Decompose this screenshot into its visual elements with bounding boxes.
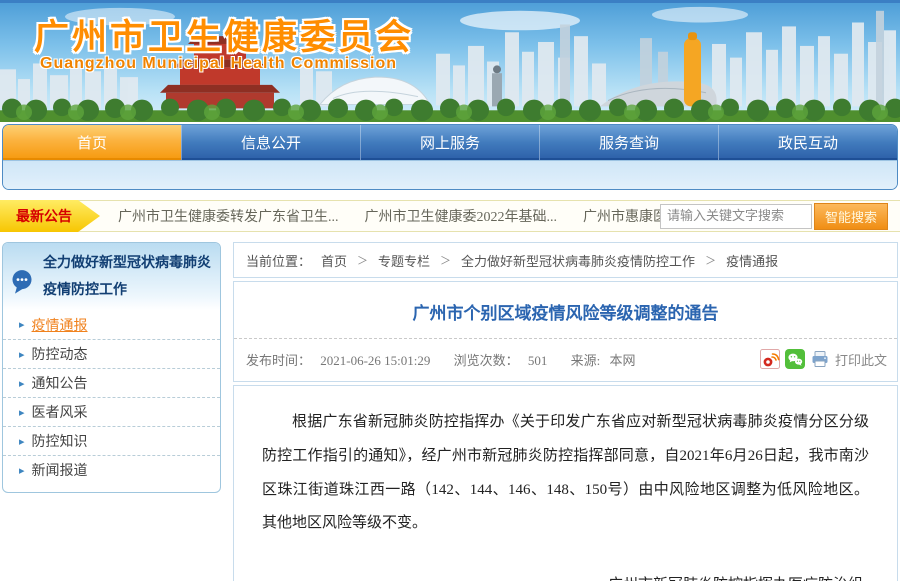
- nav-tab-service-query[interactable]: 服务查询: [539, 125, 718, 160]
- latest-announcements-badge: 最新公告: [0, 200, 100, 232]
- main-content: 全力做好新型冠状病毒肺炎疫情防控工作 ▸ 疫情通报 ▸ 防控动态 ▸ 通知公告 …: [0, 242, 900, 581]
- breadcrumb-separator: ＞: [357, 252, 368, 268]
- breadcrumb-separator: ＞: [705, 252, 716, 268]
- sidebar-item-medical-profiles[interactable]: ▸ 医者风采: [3, 397, 220, 426]
- breadcrumb: 当前位置： 首页 ＞ 专题专栏 ＞ 全力做好新型冠状病毒肺炎疫情防控工作 ＞ 疫…: [233, 242, 898, 278]
- site-banner: 广州市卫生健康委员会 Guangzhou Municipal Health Co…: [0, 0, 900, 122]
- nav-tab-public-interaction[interactable]: 政民互动: [718, 125, 897, 160]
- article-meta: 发布时间： 2021-06-26 15:01:29 浏览次数： 501 来源: …: [234, 338, 897, 381]
- article-body-box: 根据广东省新冠肺炎防控指挥办《关于印发广东省应对新型冠状病毒肺炎疫情分区分级防控…: [233, 385, 898, 581]
- breadcrumb-covid-prevention[interactable]: 全力做好新型冠状病毒肺炎疫情防控工作: [461, 251, 695, 270]
- sidebar-item-prevention-knowledge[interactable]: ▸ 防控知识: [3, 426, 220, 455]
- sidebar-item-news-reports[interactable]: ▸ 新闻报道: [3, 455, 220, 484]
- announcement-link[interactable]: 广州市惠康医院有限公司拟申请设置...: [583, 206, 660, 226]
- article-meta-left: 发布时间： 2021-06-26 15:01:29 浏览次数： 501 来源: …: [246, 350, 642, 369]
- article-title: 广州市个别区域疫情风险等级调整的通告: [234, 282, 897, 338]
- breadcrumb-epidemic-bulletin[interactable]: 疫情通报: [726, 251, 778, 270]
- arrow-right-icon: ▸: [19, 377, 25, 390]
- sidebar-item-notices[interactable]: ▸ 通知公告: [3, 368, 220, 397]
- nav-tab-home[interactable]: 首页: [3, 125, 181, 160]
- site-search: 智能搜索: [660, 203, 888, 230]
- nav-tabs: 首页 信息公开 网上服务 服务查询 政民互动: [3, 125, 897, 160]
- arrow-right-icon: ▸: [19, 318, 25, 331]
- speech-bubble-icon: [9, 259, 35, 304]
- source-value: 本网: [610, 353, 636, 368]
- nav-subbar: [3, 160, 897, 189]
- search-input[interactable]: [660, 204, 812, 229]
- views-label: 浏览次数：: [454, 353, 519, 368]
- article-panel: 当前位置： 首页 ＞ 专题专栏 ＞ 全力做好新型冠状病毒肺炎疫情防控工作 ＞ 疫…: [233, 242, 898, 581]
- sidebar-item-epidemic-bulletin[interactable]: ▸ 疫情通报: [3, 310, 220, 339]
- source-label: 来源:: [571, 353, 601, 368]
- announcement-ticker: 最新公告 广州市卫生健康委转发广东省卫生... 广州市卫生健康委2022年基础.…: [0, 200, 900, 232]
- arrow-right-icon: ▸: [19, 464, 25, 477]
- printer-icon[interactable]: [810, 349, 830, 369]
- smart-search-button[interactable]: 智能搜索: [814, 203, 888, 230]
- article-signature: 广州市新冠肺炎防控指挥办医疗防治组: [262, 569, 869, 581]
- announcement-link[interactable]: 广州市卫生健康委2022年基础...: [365, 206, 558, 226]
- arrow-right-icon: ▸: [19, 435, 25, 448]
- publish-time-label: 发布时间：: [246, 353, 311, 368]
- weibo-share-icon[interactable]: [760, 349, 780, 369]
- publish-time-value: 2021-06-26 15:01:29: [320, 353, 430, 368]
- sidebar-item-prevention-updates[interactable]: ▸ 防控动态: [3, 339, 220, 368]
- sidebar-padding: [3, 484, 220, 492]
- article-body: 根据广东省新冠肺炎防控指挥办《关于印发广东省应对新型冠状病毒肺炎疫情分区分级防控…: [262, 406, 869, 541]
- arrow-right-icon: ▸: [19, 348, 25, 361]
- nav-tab-info-disclosure[interactable]: 信息公开: [181, 125, 360, 160]
- breadcrumb-home[interactable]: 首页: [321, 251, 347, 270]
- breadcrumb-label: 当前位置：: [246, 251, 311, 270]
- breadcrumb-special-topics[interactable]: 专题专栏: [378, 251, 430, 270]
- page: 广州市卫生健康委员会 Guangzhou Municipal Health Co…: [0, 0, 900, 581]
- article-header: 广州市个别区域疫情风险等级调整的通告 发布时间： 2021-06-26 15:0…: [233, 281, 898, 382]
- print-article-link[interactable]: 打印此文: [835, 350, 887, 369]
- sidebar-header: 全力做好新型冠状病毒肺炎疫情防控工作: [3, 243, 220, 310]
- nav-tab-online-services[interactable]: 网上服务: [360, 125, 539, 160]
- site-title: 广州市卫生健康委员会: [34, 9, 414, 60]
- announcement-links: 广州市卫生健康委转发广东省卫生... 广州市卫生健康委2022年基础... 广州…: [100, 206, 660, 226]
- main-navigation: 首页 信息公开 网上服务 服务查询 政民互动: [2, 124, 898, 190]
- announcement-link[interactable]: 广州市卫生健康委转发广东省卫生...: [118, 206, 339, 226]
- views-value: 501: [528, 353, 548, 368]
- wechat-share-icon[interactable]: [785, 349, 805, 369]
- arrow-right-icon: ▸: [19, 406, 25, 419]
- share-toolbar: 打印此文: [760, 349, 887, 369]
- sidebar-title: 全力做好新型冠状病毒肺炎疫情防控工作: [43, 251, 214, 304]
- breadcrumb-separator: ＞: [440, 252, 451, 268]
- sidebar: 全力做好新型冠状病毒肺炎疫情防控工作 ▸ 疫情通报 ▸ 防控动态 ▸ 通知公告 …: [2, 242, 221, 493]
- site-subtitle: Guangzhou Municipal Health Commission: [40, 55, 397, 73]
